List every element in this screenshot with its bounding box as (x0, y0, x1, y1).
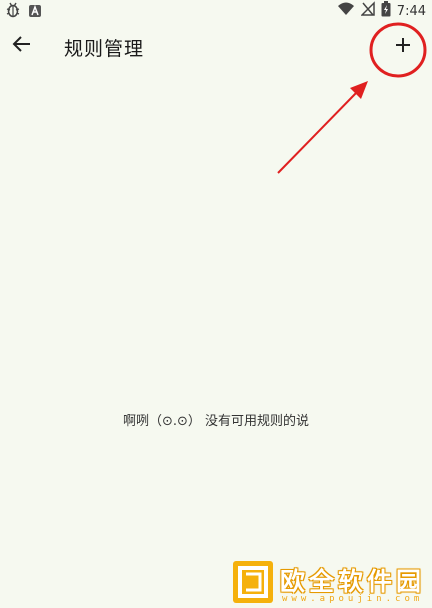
toolbar: 规则管理 (0, 20, 432, 74)
plus-icon (394, 36, 412, 58)
page-title: 规则管理 (64, 38, 145, 60)
watermark-title: 欧全软件园 (280, 567, 426, 596)
a-badge-icon (28, 3, 42, 22)
annotation-arrowhead (350, 81, 368, 99)
status-bar: 7:44 (0, 0, 432, 20)
status-time: 7:44 (396, 3, 426, 19)
battery-icon (381, 1, 391, 21)
add-rule-button[interactable] (389, 33, 417, 61)
signal-off-icon (359, 1, 375, 21)
watermark: 欧全软件园 www.apoujin.com (232, 560, 428, 606)
status-right: 7:44 (337, 1, 426, 21)
annotation-arrow-line (277, 91, 358, 174)
empty-state-message: 啊咧（⊙.⊙） 没有可用规则的说 (122, 414, 310, 429)
watermark-domain: www.apoujin.com (282, 594, 424, 604)
wifi-icon (337, 1, 355, 21)
annotation-overlay (277, 22, 427, 174)
arrow-left-icon (11, 33, 33, 59)
back-button[interactable] (8, 32, 36, 60)
watermark-logo (233, 561, 273, 603)
